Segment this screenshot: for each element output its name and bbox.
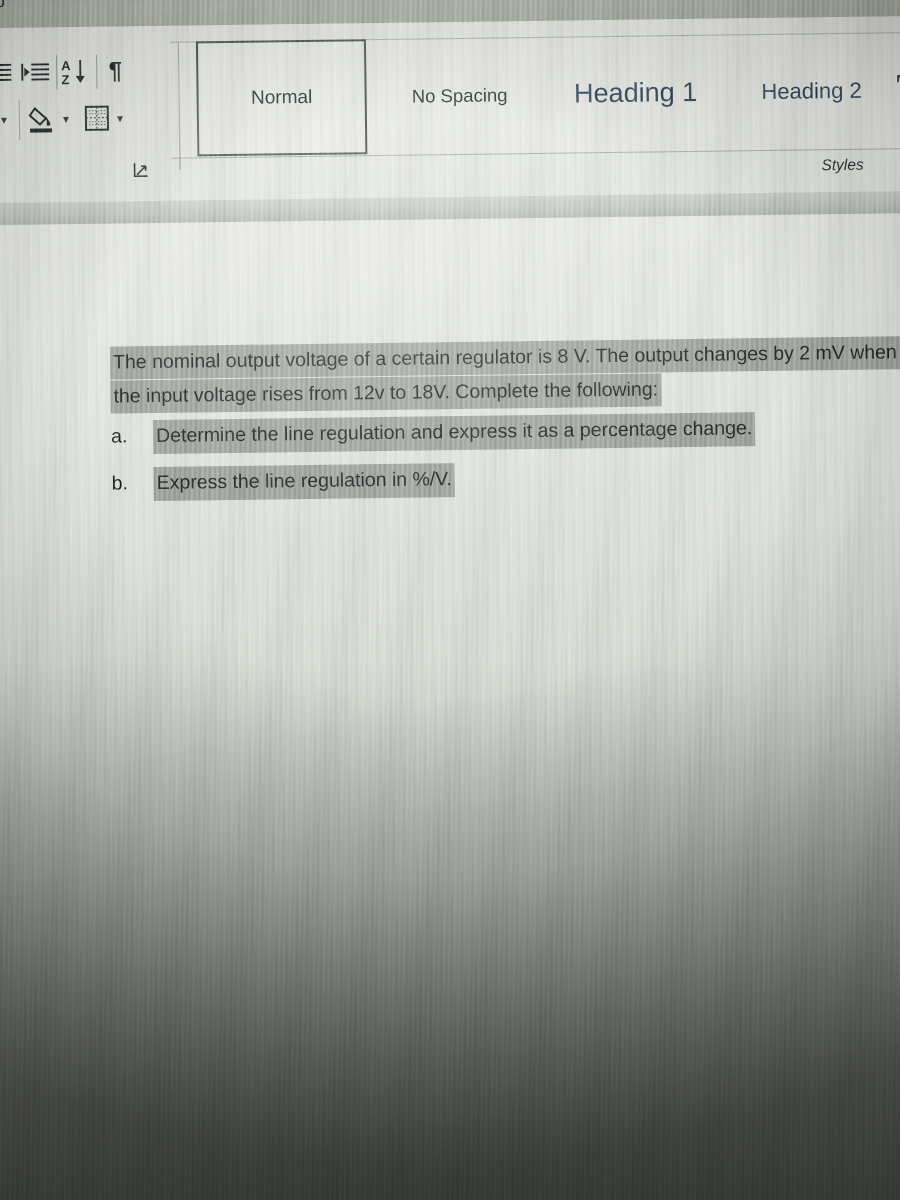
increase-indent-button[interactable] <box>18 57 52 87</box>
document-body: The nominal output voltage of a certain … <box>109 336 900 514</box>
style-tile-heading-1-label: Heading 1 <box>573 76 698 109</box>
show-paragraph-marks-button[interactable]: ¶ <box>100 54 130 88</box>
paragraph-line-2-text: the input voltage rises from 12v to 18V.… <box>110 372 662 414</box>
style-tile-title-label: Ti <box>896 63 900 116</box>
paragraph-line: the input voltage rises from 12v to 18V.… <box>110 372 900 414</box>
shading-button[interactable] <box>25 101 61 137</box>
paragraph-dialog-launcher-icon[interactable] <box>133 162 148 178</box>
shading-caret[interactable]: ▾ <box>63 112 69 126</box>
toolbar-divider <box>18 99 21 140</box>
word-application-window: lp A Z ¶ ▾ ▾ ▾ Normal No Spacing Heading… <box>0 0 900 1200</box>
paragraph-line: The nominal output voltage of a certain … <box>109 336 900 380</box>
list-item-text-b: Express the line regulation in %/V. <box>153 463 456 502</box>
toolbar-divider <box>96 54 98 89</box>
sort-button[interactable]: A Z <box>58 55 92 89</box>
photo-of-screen: lp A Z ¶ ▾ ▾ ▾ Normal No Spacing Heading… <box>0 0 900 1200</box>
style-tile-normal[interactable]: Normal <box>195 39 368 157</box>
style-tile-heading-2-label: Heading 2 <box>761 77 862 104</box>
list-item-marker-b: b. <box>111 472 129 495</box>
style-tile-normal-label: Normal <box>250 86 313 109</box>
paragraph-line-1-text: The nominal output voltage of a certain … <box>109 336 900 380</box>
list-item: a. Determine the line regulation and exp… <box>110 410 900 455</box>
decrease-indent-button[interactable] <box>0 58 14 88</box>
ribbon-group-paragraph: A Z ¶ ▾ ▾ ▾ <box>0 26 180 204</box>
borders-icon <box>83 103 113 135</box>
show-paragraph-marks-icon: ¶ <box>108 57 123 85</box>
menu-item-help[interactable]: lp <box>0 0 5 12</box>
style-tile-title[interactable]: Ti <box>896 31 900 147</box>
ribbon-group-styles: Normal No Spacing Heading 1 Heading 2 Ti… <box>156 16 900 201</box>
line-spacing-caret[interactable]: ▾ <box>1 113 7 127</box>
decrease-indent-icon <box>0 61 12 85</box>
svg-text:Z: Z <box>61 72 69 87</box>
list-item-text-a: Determine the line regulation and expres… <box>152 412 756 455</box>
borders-caret[interactable]: ▾ <box>117 111 123 125</box>
style-tile-no-spacing-label: No Spacing <box>411 83 508 107</box>
list-item-marker-a: a. <box>110 425 128 448</box>
style-tile-heading-2[interactable]: Heading 2 <box>726 32 897 149</box>
svg-text:A: A <box>61 58 71 73</box>
sort-icon: A Z <box>59 57 91 87</box>
style-tile-heading-1[interactable]: Heading 1 <box>544 34 727 151</box>
shading-icon <box>26 102 60 136</box>
list-item: b. Express the line regulation in %/V. <box>111 457 900 502</box>
document-canvas[interactable]: The nominal output voltage of a certain … <box>0 212 900 1200</box>
borders-button[interactable] <box>81 100 115 136</box>
style-tile-no-spacing[interactable]: No Spacing <box>374 37 545 154</box>
styles-group-label: Styles <box>821 156 864 175</box>
increase-indent-icon <box>20 60 50 84</box>
ribbon: A Z ¶ ▾ ▾ ▾ Normal No Spacing Heading 1 … <box>0 15 900 204</box>
